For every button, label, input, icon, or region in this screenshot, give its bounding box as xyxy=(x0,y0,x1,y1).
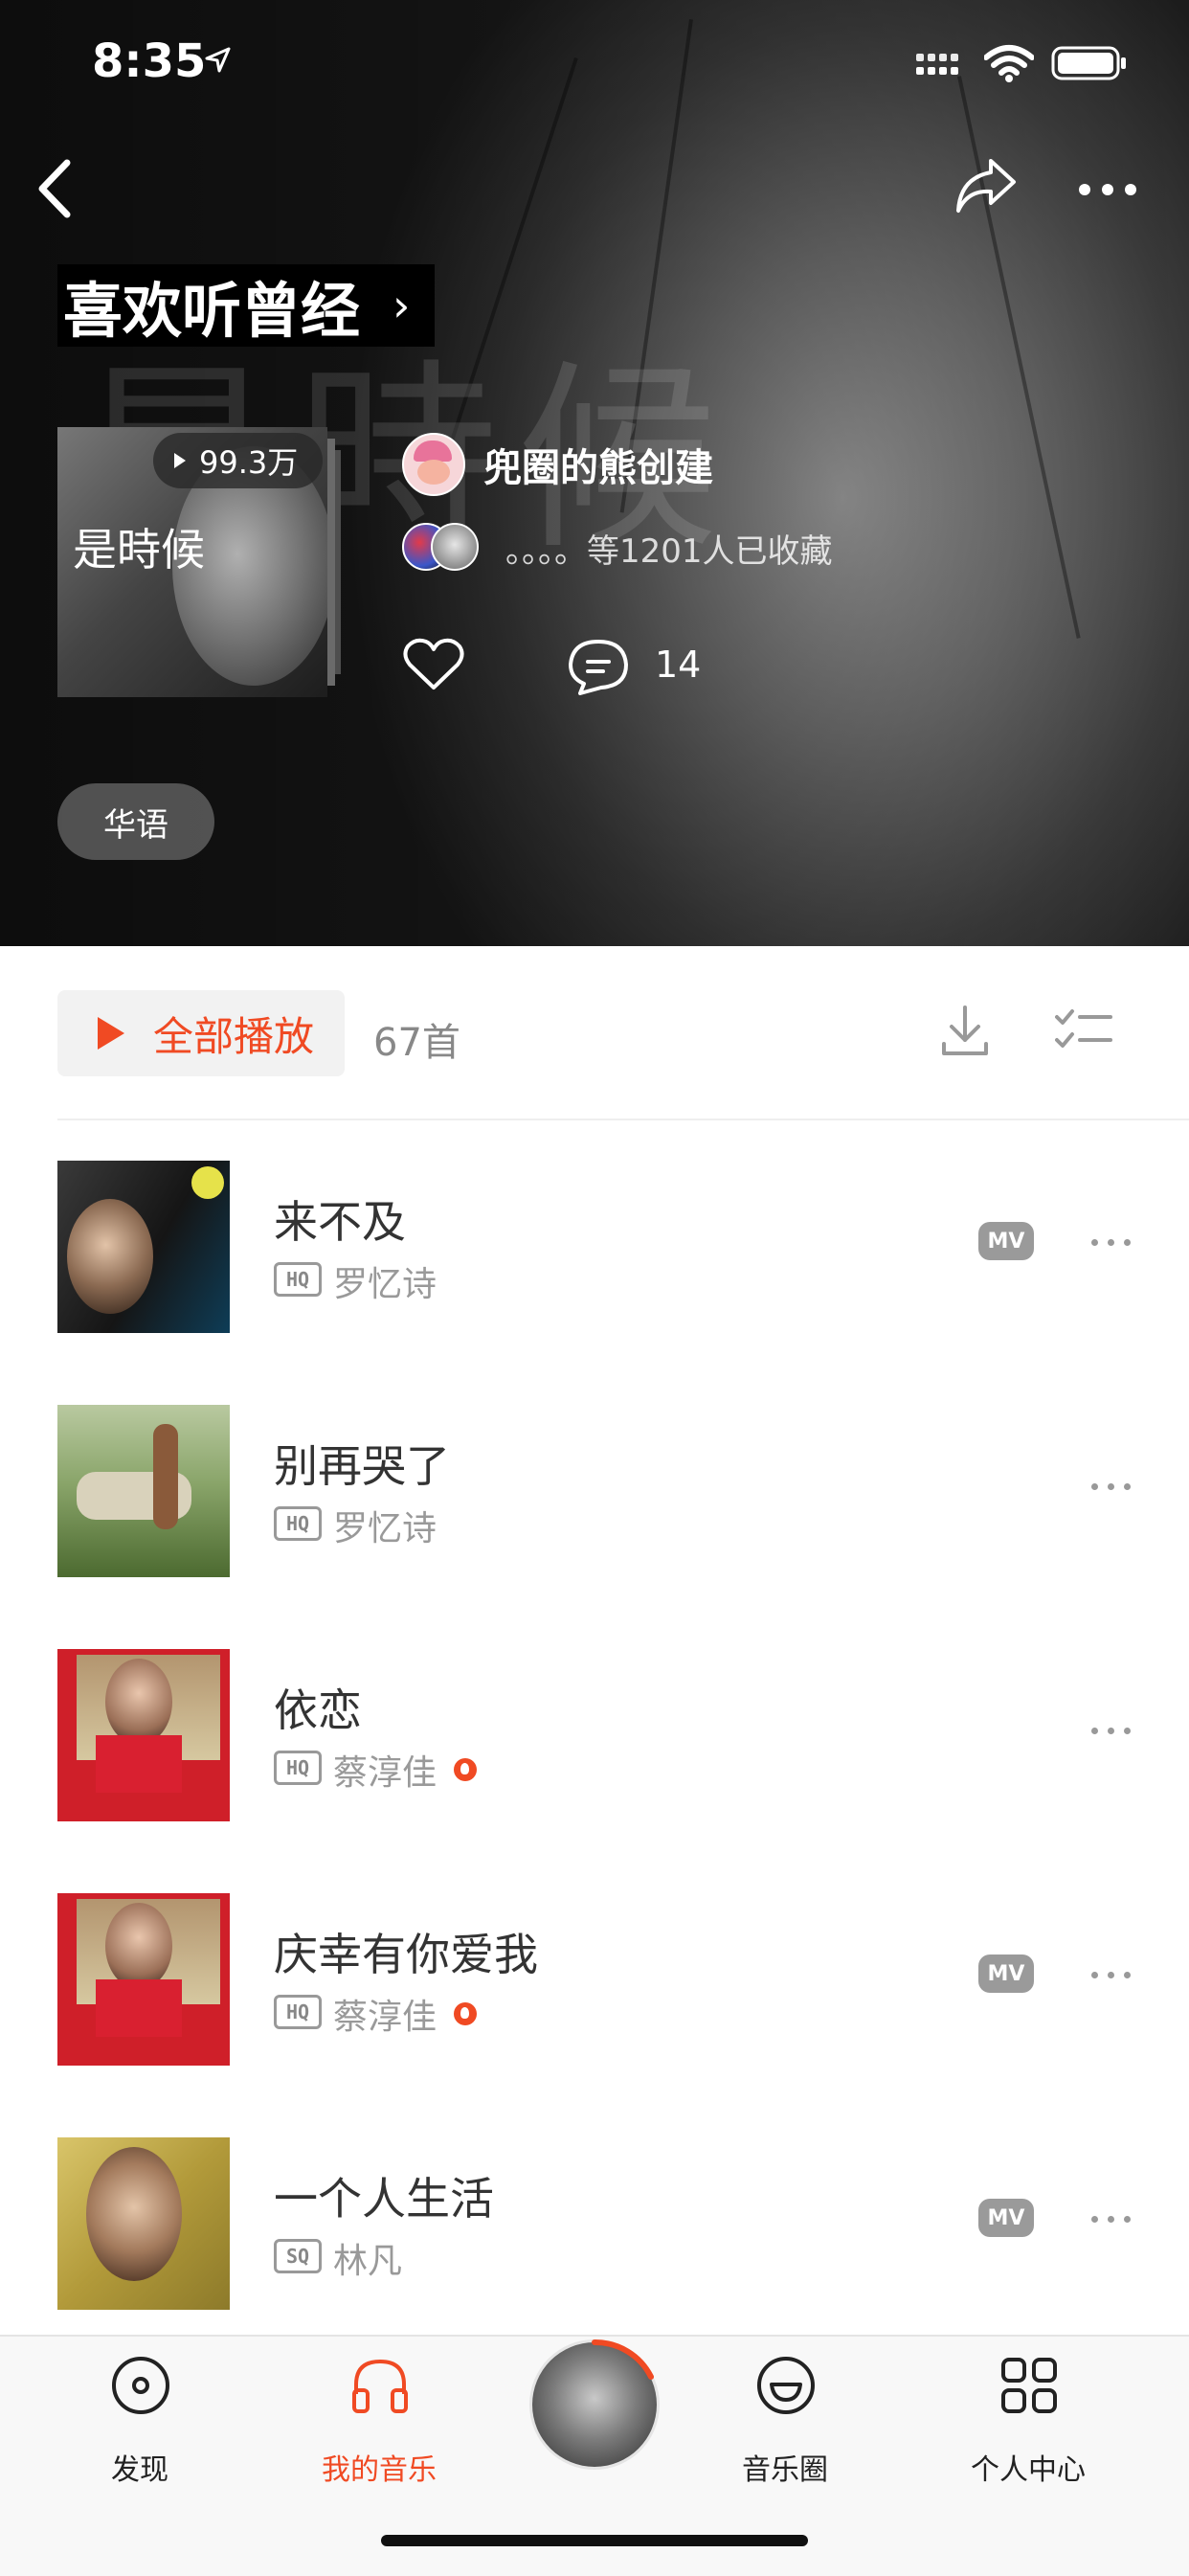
hot-icon xyxy=(454,2002,477,2025)
heart-icon[interactable] xyxy=(402,636,465,693)
favorited-by-avatars[interactable] xyxy=(402,523,494,571)
cellular-signal-icon xyxy=(916,54,958,75)
avatar-face-shape xyxy=(417,460,450,485)
mv-badge[interactable]: MV xyxy=(978,2199,1034,2237)
grid-icon xyxy=(1001,2358,1057,2413)
chevron-right-icon: › xyxy=(393,280,411,331)
album-art xyxy=(57,2137,230,2310)
song-artist: 罗忆诗 xyxy=(333,1265,437,1304)
battery-icon xyxy=(1051,46,1126,80)
cover-stack-decoration xyxy=(327,439,335,686)
song-artist: 蔡淳佳 xyxy=(333,1998,437,2037)
quality-badge: HQ xyxy=(274,1262,322,1297)
cover-title-text: 是時候 xyxy=(73,524,205,576)
divider xyxy=(57,1119,1189,1120)
song-title: 依恋 xyxy=(274,1684,362,1736)
playlist-title-text: 喜欢听曾经 xyxy=(63,276,361,346)
download-icon[interactable] xyxy=(940,1004,990,1057)
avatar-hat-shape xyxy=(414,441,452,462)
quality-badge: HQ xyxy=(274,1751,322,1785)
status-time: 8:35 xyxy=(92,34,207,88)
cover-stack-decoration xyxy=(335,450,341,674)
song-more-icon[interactable] xyxy=(1091,2216,1131,2223)
back-icon[interactable] xyxy=(31,153,79,224)
quality-badge: HQ xyxy=(274,1995,322,2029)
song-count: 67首 xyxy=(373,1021,460,1065)
play-count-badge: 99.3万 xyxy=(153,433,324,488)
play-all-label: 全部播放 xyxy=(153,1012,315,1060)
creator-name[interactable]: 兜圈的熊创建 xyxy=(483,437,713,492)
play-icon xyxy=(98,1017,124,1050)
comment-count: 14 xyxy=(655,644,702,686)
quality-badge: HQ xyxy=(274,1506,322,1541)
song-title: 来不及 xyxy=(274,1196,406,1248)
disc-icon xyxy=(112,2357,169,2414)
multi-select-icon[interactable] xyxy=(1055,1007,1112,1051)
tab-music-circle[interactable]: 音乐圈 xyxy=(689,2337,881,2490)
album-art xyxy=(57,1405,230,1577)
playlist-title[interactable]: 喜欢听曾经 › xyxy=(57,264,436,347)
tab-my-music[interactable]: 我的音乐 xyxy=(283,2337,475,2490)
album-art xyxy=(57,1649,230,1821)
location-arrow-icon xyxy=(205,47,231,73)
song-artist: 罗忆诗 xyxy=(333,1509,437,1548)
song-artist: 林凡 xyxy=(333,2242,403,2281)
share-icon[interactable] xyxy=(953,155,1020,216)
creator-avatar[interactable] xyxy=(402,433,465,496)
tab-label: 个人中心 xyxy=(971,2453,1086,2487)
tab-label: 音乐圈 xyxy=(742,2453,828,2487)
avatar xyxy=(431,523,479,571)
quality-badge: SQ xyxy=(274,2239,322,2273)
play-count-value: 99.3万 xyxy=(199,444,299,481)
mv-badge[interactable]: MV xyxy=(978,1222,1034,1260)
genre-tag[interactable]: 华语 xyxy=(57,783,214,860)
album-art xyxy=(57,1893,230,2066)
playback-progress-ring xyxy=(592,2339,654,2380)
more-options-icon[interactable] xyxy=(1077,182,1138,197)
play-all-toolbar: 全部播放 67首 xyxy=(0,946,1189,1119)
song-title: 庆幸有你爱我 xyxy=(274,1929,538,1980)
album-art xyxy=(57,1161,230,1333)
song-row[interactable]: 依恋 HQ 蔡淳佳 xyxy=(0,1649,1189,1893)
song-row[interactable]: 庆幸有你爱我 HQ 蔡淳佳 MV xyxy=(0,1893,1189,2137)
song-row[interactable]: 别再哭了 HQ 罗忆诗 xyxy=(0,1405,1189,1649)
home-indicator xyxy=(381,2535,808,2546)
tab-profile[interactable]: 个人中心 xyxy=(932,2337,1124,2490)
comment-icon[interactable] xyxy=(565,636,632,699)
tab-discover[interactable]: 发现 xyxy=(44,2337,236,2490)
status-bar: 8:35 xyxy=(0,0,1189,124)
tab-label: 发现 xyxy=(111,2453,168,2487)
song-artist: 蔡淳佳 xyxy=(333,1753,437,1793)
song-more-icon[interactable] xyxy=(1091,1972,1131,1978)
wifi-icon xyxy=(984,45,1034,82)
song-title: 别再哭了 xyxy=(274,1440,450,1492)
play-all-button[interactable]: 全部播放 xyxy=(57,990,345,1076)
song-more-icon[interactable] xyxy=(1091,1239,1131,1246)
song-row[interactable]: 来不及 HQ 罗忆诗 MV xyxy=(0,1161,1189,1405)
song-title: 一个人生活 xyxy=(274,2173,494,2225)
tab-label: 我的音乐 xyxy=(322,2453,437,2487)
hot-icon xyxy=(454,1758,477,1781)
mv-badge[interactable]: MV xyxy=(978,1955,1034,1993)
play-icon xyxy=(174,453,186,468)
song-more-icon[interactable] xyxy=(1091,1728,1131,1734)
smile-icon xyxy=(757,2357,815,2414)
song-more-icon[interactable] xyxy=(1091,1483,1131,1490)
headphones-icon xyxy=(352,2359,408,2413)
favorites-count-text[interactable]: 。。。。等1201人已收藏 xyxy=(505,525,833,572)
